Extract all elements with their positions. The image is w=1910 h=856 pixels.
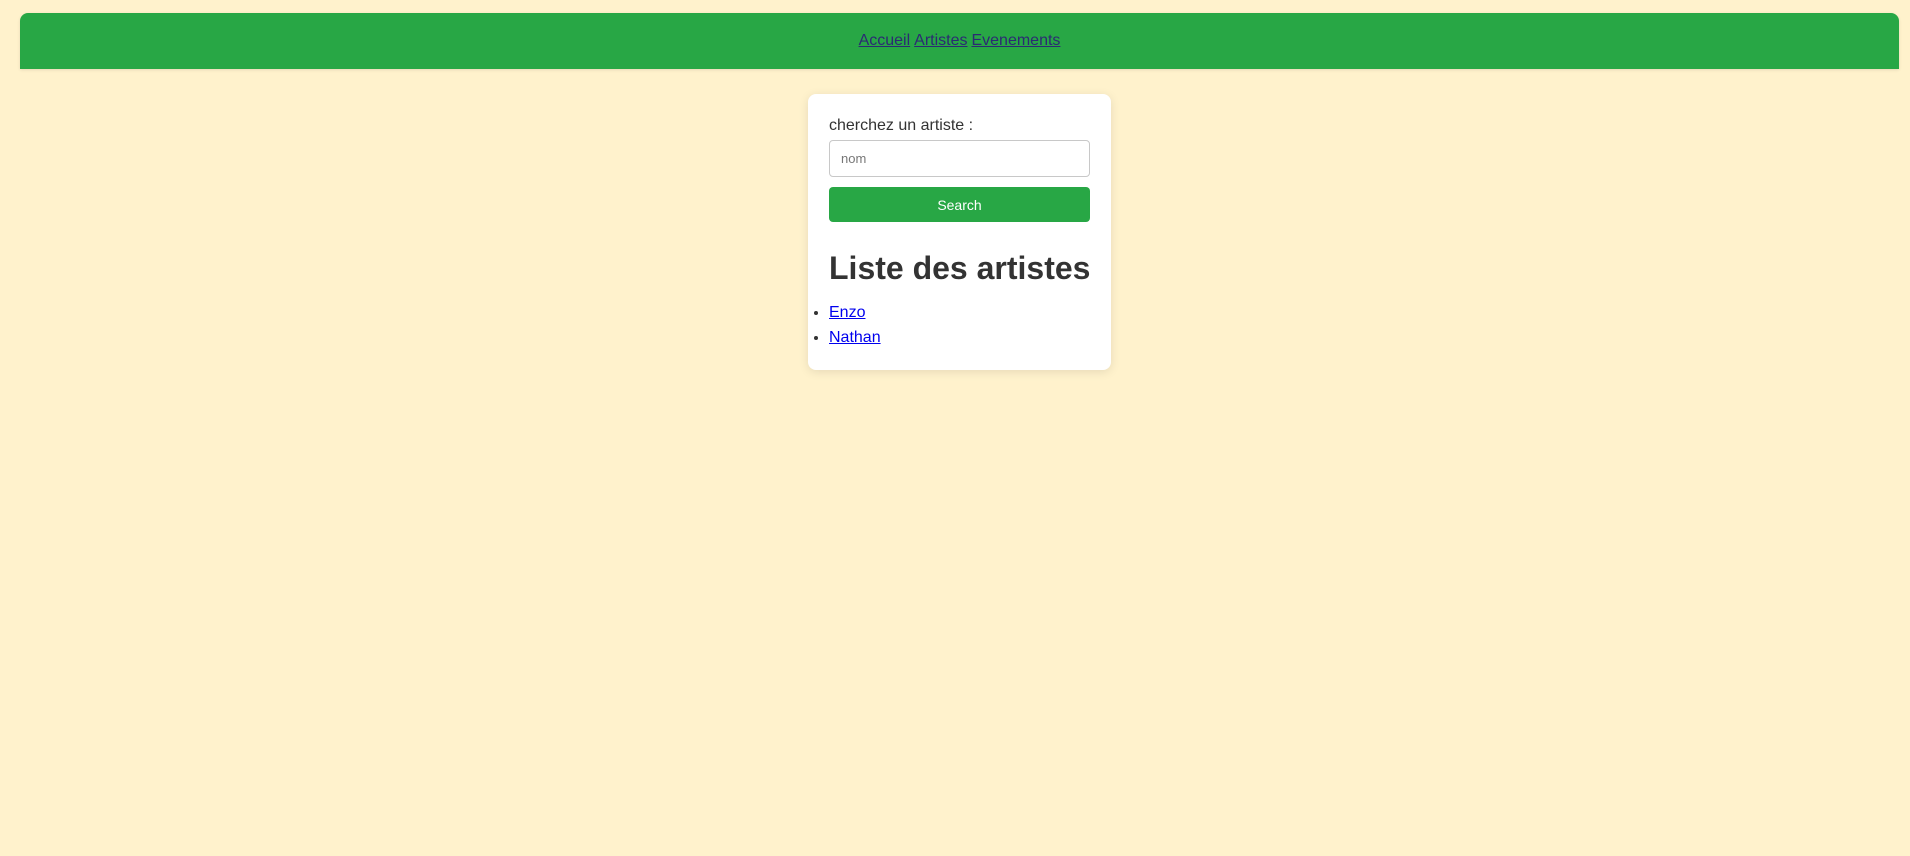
list-item: Enzo [829, 300, 881, 325]
artist-list-title: Liste des artistes [829, 250, 1091, 286]
search-input[interactable] [829, 140, 1090, 177]
nav-link-artistes[interactable]: Artistes [914, 32, 967, 50]
artist-link-nathan[interactable]: Nathan [829, 329, 881, 346]
artist-link-enzo[interactable]: Enzo [829, 304, 865, 321]
list-item: Nathan [829, 325, 881, 350]
search-button[interactable]: Search [829, 187, 1090, 222]
top-nav-bar: Accueil Artistes Evenements [20, 13, 1899, 69]
artist-list: Enzo Nathan [829, 300, 881, 350]
search-card: cherchez un artiste : Search Liste des a… [808, 94, 1111, 370]
nav-link-accueil[interactable]: Accueil [859, 32, 911, 50]
search-label: cherchez un artiste : [829, 117, 974, 134]
nav-link-evenements[interactable]: Evenements [971, 32, 1060, 50]
